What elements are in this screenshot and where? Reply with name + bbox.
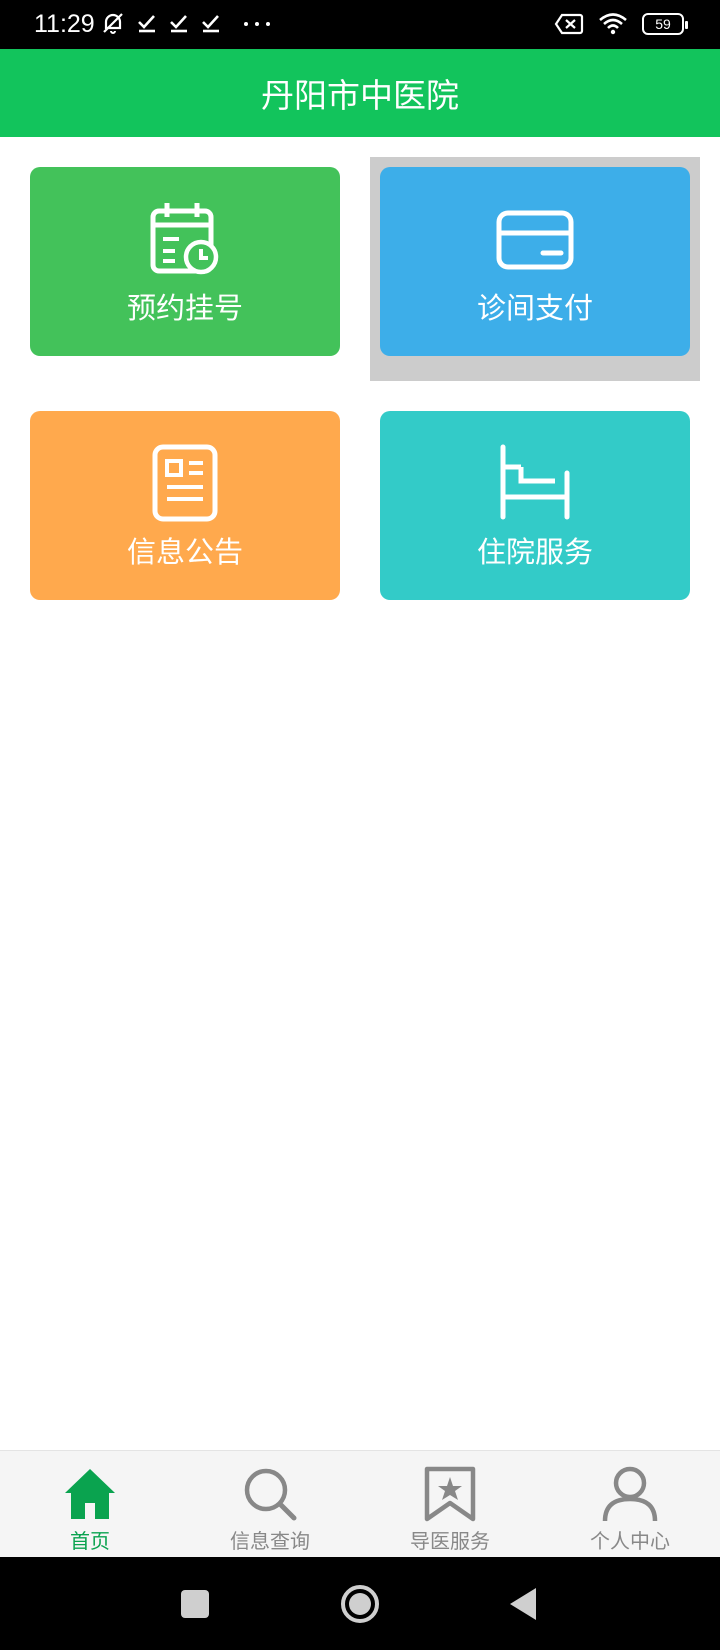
bottom-nav: 首页 信息查询 导医服务 个人中心: [0, 1450, 720, 1558]
sim-off-icon: [554, 13, 584, 35]
nav-guide-service[interactable]: 导医服务: [360, 1451, 540, 1558]
notice-icon: [152, 444, 218, 522]
home-circle-icon[interactable]: [340, 1584, 380, 1624]
tile-payment[interactable]: 诊间支付: [380, 167, 690, 356]
battery-icon: 59: [642, 13, 688, 35]
status-notifications: [100, 10, 274, 36]
status-bar: 11:29 59: [0, 0, 720, 49]
home-icon: [65, 1469, 115, 1519]
nav-info-query[interactable]: 信息查询: [180, 1451, 360, 1558]
nav-label: 导医服务: [410, 1529, 490, 1553]
nav-label: 信息查询: [230, 1529, 310, 1553]
user-icon: [602, 1466, 658, 1522]
nav-label: 个人中心: [590, 1529, 670, 1553]
check-icon: [170, 15, 187, 33]
app-header: 丹阳市中医院: [0, 49, 720, 137]
wifi-icon: [599, 13, 627, 35]
nav-home[interactable]: 首页: [0, 1451, 180, 1558]
bookmark-star-icon: [424, 1466, 476, 1522]
nav-profile[interactable]: 个人中心: [540, 1451, 720, 1558]
mute-icon: [103, 13, 123, 34]
recents-icon[interactable]: [180, 1589, 210, 1619]
status-system-icons: 59: [554, 12, 688, 36]
battery-level: 59: [655, 16, 671, 32]
card-icon: [496, 210, 574, 270]
calendar-clock-icon: [150, 203, 219, 275]
search-icon: [244, 1468, 297, 1521]
tile-notice[interactable]: 信息公告: [30, 411, 340, 600]
page-title: 丹阳市中医院: [261, 76, 459, 115]
check-icon: [138, 15, 155, 33]
tile-label: 预约挂号: [126, 291, 243, 325]
status-time: 11:29: [34, 10, 95, 38]
tile-label: 诊间支付: [476, 291, 593, 325]
tile-inpatient[interactable]: 住院服务: [380, 411, 690, 600]
check-icon: [202, 15, 219, 33]
bed-icon: [500, 444, 570, 520]
back-icon[interactable]: [508, 1586, 538, 1622]
tile-label: 信息公告: [126, 535, 243, 569]
tile-appointment[interactable]: 预约挂号: [30, 167, 340, 356]
system-nav-bar: [0, 1557, 720, 1650]
nav-label: 首页: [70, 1529, 110, 1553]
more-dots-icon: [244, 22, 270, 26]
tile-label: 住院服务: [476, 535, 593, 569]
